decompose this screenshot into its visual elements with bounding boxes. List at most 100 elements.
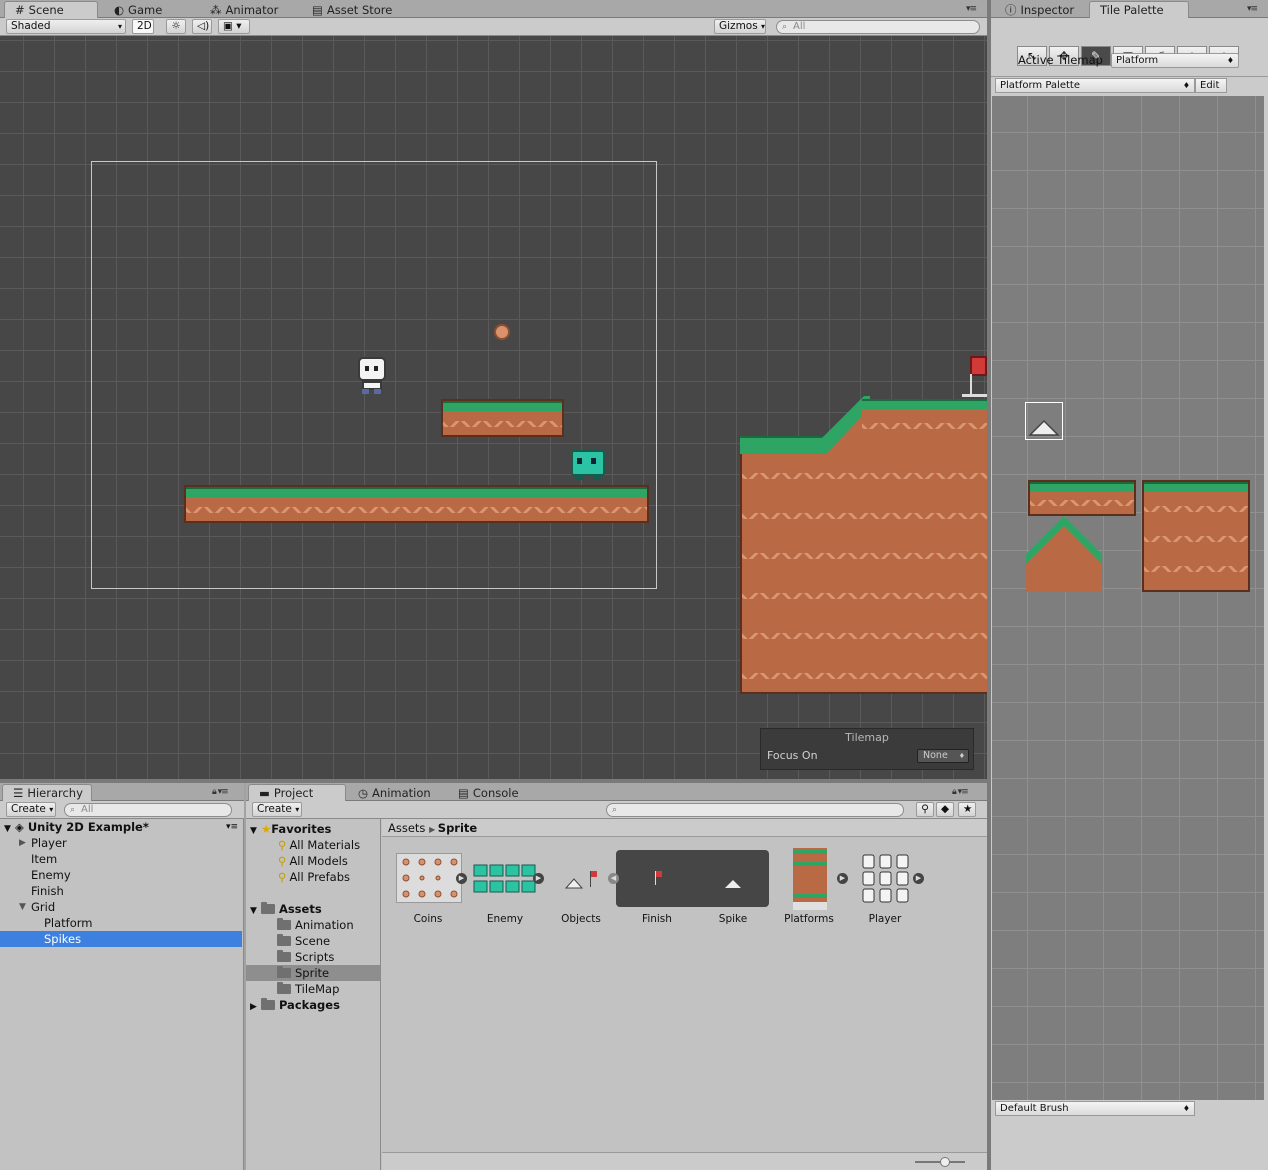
hill-terrain[interactable]	[740, 441, 987, 694]
scene-root-row[interactable]: ▼ ◈ Unity 2D Example* ▾≡	[4, 819, 242, 835]
platform-tile-small[interactable]	[441, 399, 564, 437]
hierarchy-item[interactable]: Item	[0, 851, 242, 867]
menu-icon[interactable]: ▾≡	[226, 819, 238, 835]
asset-item[interactable]: Finish	[621, 850, 693, 928]
hierarchy-item[interactable]: Finish	[0, 883, 242, 899]
tab-scene[interactable]: # Scene	[4, 1, 98, 18]
asset-item[interactable]: Enemy	[469, 850, 541, 928]
assets-row[interactable]: ▼ Assets	[250, 901, 322, 917]
finish-flag-sprite[interactable]	[962, 356, 987, 398]
tab-hierarchy[interactable]: ☰ Hierarchy	[2, 784, 92, 801]
asset-item[interactable]: Spike	[697, 850, 769, 928]
project-search-input[interactable]: ⌕	[606, 803, 904, 817]
hierarchy-search-input[interactable]: ⌕ All	[64, 803, 232, 817]
scene-view[interactable]: Tilemap Focus On None ♦	[0, 36, 987, 779]
folder-icon: ▬	[259, 786, 270, 800]
favorites-row[interactable]: ▼ ★Favorites	[250, 821, 331, 837]
hierarchy-item[interactable]: Enemy	[0, 867, 242, 883]
platform-tile-long[interactable]	[184, 485, 649, 523]
expand-icon: ▼	[4, 824, 11, 834]
panel-menu-icon[interactable]: ▾≡	[966, 4, 977, 14]
palette-tile-platform-small[interactable]	[1028, 480, 1136, 516]
project-folder-tree: ▼ ★Favorites ⚲ All Materials ⚲ All Models ⚲ A…	[246, 819, 381, 1170]
tab-game[interactable]: ◐ Game	[104, 1, 172, 18]
focus-on-dropdown[interactable]: None ♦	[917, 749, 969, 763]
favorite-star-icon[interactable]: ★	[958, 802, 976, 817]
search-icon: ⚲	[278, 870, 287, 884]
toggle-2d-button[interactable]: 2D	[132, 19, 154, 34]
favorite-item[interactable]: ⚲ All Models	[278, 853, 348, 869]
expand-icon: ▼	[250, 906, 257, 916]
player-sprite[interactable]	[357, 357, 387, 394]
asset-folder-item[interactable]: Sprite	[246, 965, 380, 981]
asset-item[interactable]: Platforms	[773, 850, 845, 928]
lock-icon[interactable]: 🔒︎ ▾≡	[212, 787, 229, 797]
chevron-down-icon: ▾	[761, 22, 766, 31]
spike-tile-icon	[1028, 419, 1060, 436]
expand-icon[interactable]: ▼	[19, 899, 26, 915]
asset-item[interactable]: Coins	[392, 850, 464, 928]
zoom-slider-thumb[interactable]	[940, 1157, 950, 1167]
hierarchy-item[interactable]: Spikes	[0, 931, 242, 947]
asset-folder-label: TileMap	[295, 982, 340, 996]
active-tilemap-label: Active Tilemap	[1018, 53, 1103, 67]
list-icon: ☰	[13, 786, 24, 800]
hierarchy-item[interactable]: Platform	[0, 915, 242, 931]
lock-icon[interactable]: 🔒︎ ▾≡	[952, 787, 969, 797]
tab-inspector[interactable]: ⓘ Inspector	[995, 1, 1084, 18]
hierarchy-item[interactable]: ▶ Player	[0, 835, 242, 851]
favorite-item-label: All Materials	[289, 838, 361, 852]
palette-tile-slope[interactable]	[1026, 516, 1104, 592]
tab-project[interactable]: ▬ Project	[248, 784, 346, 801]
palette-tile-platform-block[interactable]	[1142, 480, 1250, 592]
scene-tab-bar: # Scene ◐ Game ⁂ Animator ▤ Asset Store ▾≡	[0, 0, 987, 18]
tab-console[interactable]: ▤ Console	[448, 784, 529, 801]
favorite-item[interactable]: ⚲ All Prefabs	[278, 869, 350, 885]
asset-folder-item[interactable]: TileMap	[246, 981, 380, 997]
breadcrumb-sprite[interactable]: Sprite	[438, 821, 477, 835]
effects-icon[interactable]: ▣ ▾	[218, 19, 250, 34]
tab-animator[interactable]: ⁂ Animator	[200, 1, 288, 18]
filter-label-icon[interactable]: ◆	[936, 802, 954, 817]
asset-item-label: Objects	[561, 913, 601, 925]
shading-dropdown[interactable]: Shaded ▾	[6, 19, 126, 34]
active-tilemap-dropdown[interactable]: Platform ♦	[1111, 53, 1239, 68]
tab-asset-store[interactable]: ▤ Asset Store	[302, 1, 402, 18]
project-create-button[interactable]: Create ▾	[252, 802, 302, 817]
palette-edit-button[interactable]: Edit	[1195, 78, 1227, 93]
scene-search-input[interactable]: ⌕ All	[776, 20, 980, 34]
palette-tile-spike[interactable]	[1025, 402, 1063, 440]
brush-dropdown[interactable]: Default Brush ♦	[995, 1101, 1195, 1116]
hierarchy-create-button[interactable]: Create ▾	[6, 802, 56, 817]
expand-icon[interactable]: ▶	[19, 835, 26, 851]
gizmos-dropdown[interactable]: Gizmos ▾	[714, 19, 766, 34]
tab-animation[interactable]: ◷ Animation	[348, 784, 441, 801]
asset-item[interactable]: Player	[849, 850, 921, 928]
hierarchy-item-label: Player	[31, 836, 67, 850]
palette-grid[interactable]	[992, 96, 1264, 1100]
asset-folder-item[interactable]: Scripts	[246, 949, 380, 965]
favorite-item[interactable]: ⚲ All Materials	[278, 837, 360, 853]
lighting-icon[interactable]: ☼	[166, 19, 186, 34]
search-icon: ⌕	[70, 805, 76, 815]
asset-item[interactable]: Objects	[545, 850, 617, 928]
folder-icon	[277, 934, 291, 946]
filter-type-icon[interactable]: ⚲	[916, 802, 934, 817]
store-icon: ▤	[312, 2, 323, 17]
asset-folder-item[interactable]: Animation	[246, 917, 380, 933]
hierarchy-item[interactable]: ▼ Grid	[0, 899, 242, 915]
breadcrumb-assets[interactable]: Assets	[388, 821, 425, 835]
asset-folder-label: Sprite	[295, 966, 330, 980]
panel-menu-icon[interactable]: ▾≡	[1247, 4, 1258, 14]
asset-folder-item[interactable]: Scene	[246, 933, 380, 949]
folder-icon	[260, 998, 275, 1010]
packages-row[interactable]: ▶ Packages	[250, 997, 340, 1013]
chevron-updown-icon: ♦	[1182, 1104, 1190, 1113]
enemy-sprite[interactable]	[571, 446, 605, 480]
audio-icon[interactable]: ◁)	[192, 19, 212, 34]
coin-sprite[interactable]	[494, 324, 510, 340]
hierarchy-item-label: Grid	[31, 900, 56, 914]
palette-dropdown[interactable]: Platform Palette ♦	[995, 78, 1195, 93]
tab-tile-palette[interactable]: Tile Palette	[1089, 1, 1189, 18]
folder-icon	[260, 902, 275, 914]
